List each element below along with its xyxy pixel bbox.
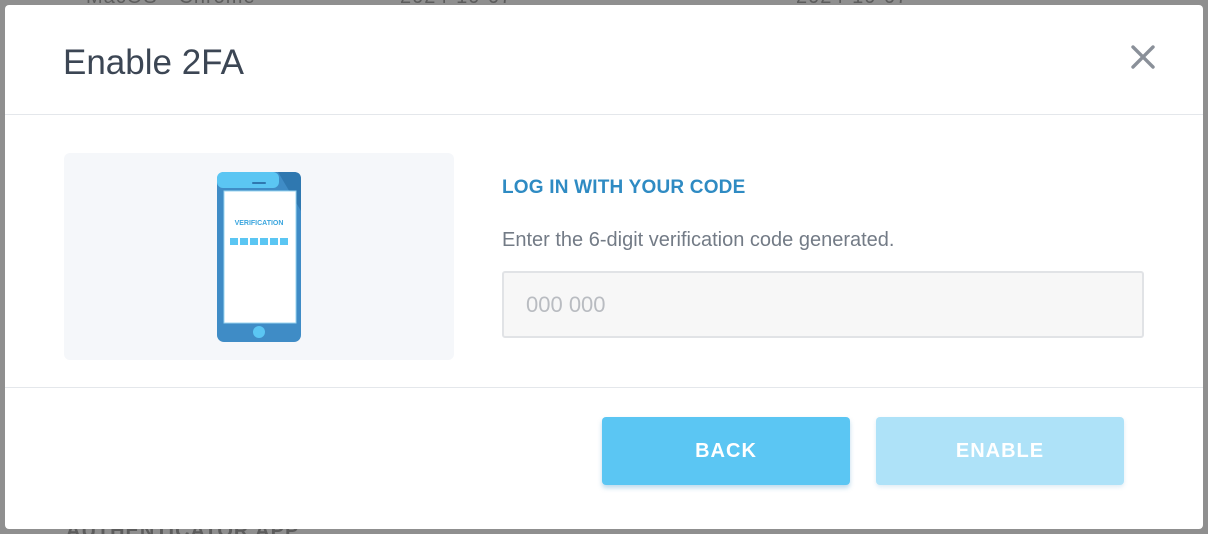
- modal-footer: BACK ENABLE: [5, 388, 1203, 528]
- modal-header: Enable 2FA: [5, 5, 1203, 115]
- modal-body: VERIFICATION LOG IN WITH YOUR CODE Enter…: [5, 115, 1203, 388]
- close-button[interactable]: [1129, 43, 1157, 71]
- form-heading: LOG IN WITH YOUR CODE: [502, 177, 746, 198]
- modal-title: Enable 2FA: [63, 43, 244, 82]
- phone-screen-label: VERIFICATION: [235, 220, 284, 227]
- phone-illustration: VERIFICATION: [64, 153, 454, 360]
- enable-button[interactable]: ENABLE: [876, 417, 1124, 485]
- back-button[interactable]: BACK: [602, 417, 850, 485]
- form-description: Enter the 6-digit verification code gene…: [502, 229, 895, 251]
- phone-verification-icon: VERIFICATION: [217, 172, 301, 342]
- enable-2fa-modal: Enable 2FA VERIFICATION LOG IN WITH YOUR…: [5, 5, 1203, 529]
- close-icon: [1131, 45, 1155, 69]
- verification-code-input[interactable]: [502, 271, 1144, 338]
